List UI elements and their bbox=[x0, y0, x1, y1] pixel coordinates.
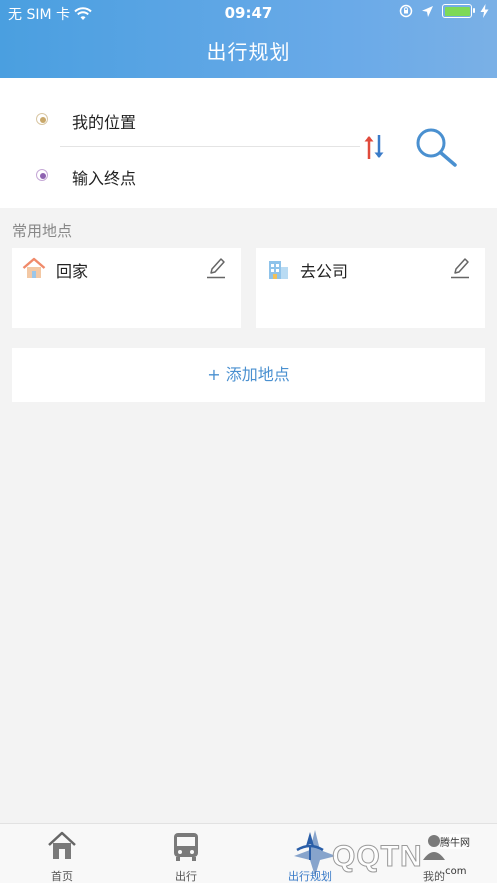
add-place-button[interactable]: + 添加地点 bbox=[12, 348, 485, 402]
place-card-company[interactable]: 去公司 bbox=[256, 248, 485, 328]
route-divider bbox=[60, 146, 360, 147]
building-icon bbox=[269, 261, 288, 279]
home-tab-icon bbox=[48, 831, 76, 859]
search-icon[interactable] bbox=[414, 126, 460, 168]
status-bar: 无 SIM 卡 09:47 bbox=[0, 0, 497, 26]
edit-icon[interactable] bbox=[205, 256, 227, 280]
bus-icon bbox=[174, 833, 198, 861]
battery-icon bbox=[442, 4, 475, 18]
location-arrow-icon bbox=[422, 5, 433, 17]
destination-input[interactable]: 输入终点 bbox=[72, 165, 136, 189]
battery-level bbox=[444, 6, 470, 16]
place-card-home[interactable]: 回家 bbox=[12, 248, 241, 328]
watermark-small-text: 腾牛网 bbox=[440, 834, 470, 849]
tab-label: 出行 bbox=[175, 870, 197, 883]
watermark-suffix: .com bbox=[442, 866, 467, 877]
home-icon bbox=[22, 257, 46, 278]
header: 无 SIM 卡 09:47 出行规划 bbox=[0, 0, 497, 78]
watermark-text: QQTN bbox=[332, 840, 423, 874]
swap-icon[interactable] bbox=[362, 132, 386, 162]
place-label: 去公司 bbox=[300, 262, 349, 281]
section-title-common-places: 常用地点 bbox=[12, 222, 73, 240]
route-card: 我的位置 输入终点 bbox=[0, 78, 497, 208]
status-right bbox=[399, 4, 489, 18]
tab-home[interactable]: 首页 bbox=[0, 824, 124, 883]
page-title: 出行规划 bbox=[206, 40, 291, 64]
rotation-lock-icon bbox=[399, 4, 413, 18]
watermark-logo: QQTN 腾牛网 .com bbox=[292, 826, 492, 882]
end-dot-icon bbox=[36, 169, 48, 181]
charging-icon bbox=[480, 4, 489, 18]
tab-travel[interactable]: 出行 bbox=[124, 824, 248, 883]
tab-label: 首页 bbox=[51, 870, 73, 883]
start-location-field[interactable]: 我的位置 bbox=[72, 109, 136, 133]
edit-icon[interactable] bbox=[449, 256, 471, 280]
start-dot-icon bbox=[36, 113, 48, 125]
place-label: 回家 bbox=[56, 262, 89, 281]
